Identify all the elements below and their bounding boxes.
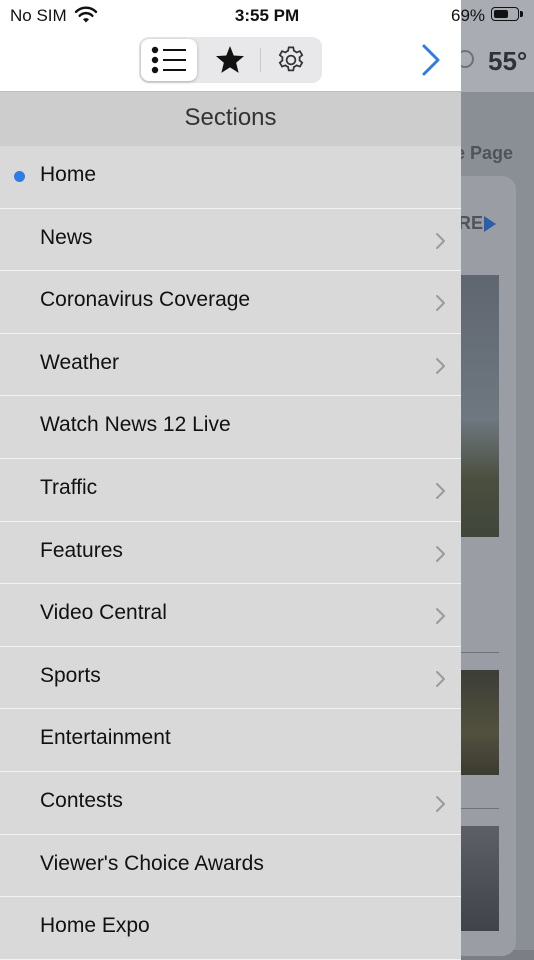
section-item-label: Video Central <box>40 601 167 625</box>
section-item-label: Traffic <box>40 475 98 499</box>
gear-icon <box>278 46 304 72</box>
chevron-right-icon <box>436 795 445 812</box>
story-photo <box>458 826 499 931</box>
sections-title: Sections <box>184 104 277 131</box>
section-item[interactable]: Viewer's Choice Awards <box>0 834 461 898</box>
section-item[interactable]: Home Expo <box>0 897 461 960</box>
star-icon <box>216 46 244 73</box>
segment-divider <box>260 48 261 72</box>
chevron-right-icon <box>436 482 445 499</box>
more-label: RE <box>458 213 484 233</box>
section-item-label: Home <box>40 163 97 186</box>
section-item[interactable]: Watch News 12 Live <box>0 396 461 459</box>
section-item-label: Contests <box>40 788 123 812</box>
story-photo <box>458 275 499 537</box>
divider <box>458 652 499 653</box>
segment-sections[interactable] <box>141 39 197 81</box>
chevron-right-icon <box>436 357 445 374</box>
chevron-right-icon <box>436 670 445 687</box>
chevron-right-icon <box>436 608 445 625</box>
section-item-label: Sports <box>40 663 101 687</box>
segment-settings[interactable] <box>263 39 319 81</box>
section-item[interactable]: Weather <box>0 333 461 397</box>
section-item-label: Home Expo <box>40 914 150 938</box>
section-item-label: Features <box>40 538 123 562</box>
page-label: e Page <box>455 143 514 163</box>
list-icon <box>151 46 186 74</box>
chevron-right-icon <box>436 545 445 562</box>
section-item-label: Weather <box>40 350 119 374</box>
section-item[interactable]: Entertainment <box>0 709 461 772</box>
chevron-right-icon <box>436 232 445 249</box>
section-item[interactable]: Video Central <box>0 584 461 647</box>
section-item-label: Entertainment <box>40 726 171 750</box>
story-photo <box>458 670 499 775</box>
battery-percent: 69% <box>451 6 486 25</box>
section-item[interactable]: Contests <box>0 771 461 835</box>
more-arrow-icon <box>484 216 496 232</box>
status-bar: No SIM 3:55 PM 69% <box>0 0 534 32</box>
chevron-right-icon <box>436 295 445 312</box>
sections-list: Home News Coronavirus Coverage Weather Watch… <box>0 146 461 960</box>
close-drawer-button[interactable] <box>416 42 446 78</box>
battery-icon <box>491 7 519 21</box>
chevron-right-icon <box>422 44 440 76</box>
active-indicator-dot <box>14 171 25 182</box>
section-item[interactable]: Sports <box>0 646 461 710</box>
sections-header: Sections <box>0 92 461 146</box>
battery-nub <box>520 11 523 17</box>
section-item-label: Coronavirus Coverage <box>40 288 251 312</box>
section-item[interactable]: News <box>0 208 461 272</box>
section-item-label: Viewer's Choice Awards <box>40 851 264 875</box>
sections-drawer: Sections Home News Coronavirus Coverage Wea… <box>0 0 461 960</box>
temperature-label: 55° <box>488 46 528 76</box>
segmented-control <box>139 37 322 83</box>
section-item[interactable]: Home <box>0 146 461 209</box>
battery-level <box>494 10 509 18</box>
section-item-label: News <box>40 225 93 249</box>
section-item-label: Watch News 12 Live <box>40 413 231 437</box>
section-item[interactable]: Features <box>0 521 461 585</box>
segment-favorites[interactable] <box>202 39 258 81</box>
section-item[interactable]: Traffic <box>0 458 461 522</box>
section-item[interactable]: Coronavirus Coverage <box>0 271 461 334</box>
divider <box>458 808 499 809</box>
